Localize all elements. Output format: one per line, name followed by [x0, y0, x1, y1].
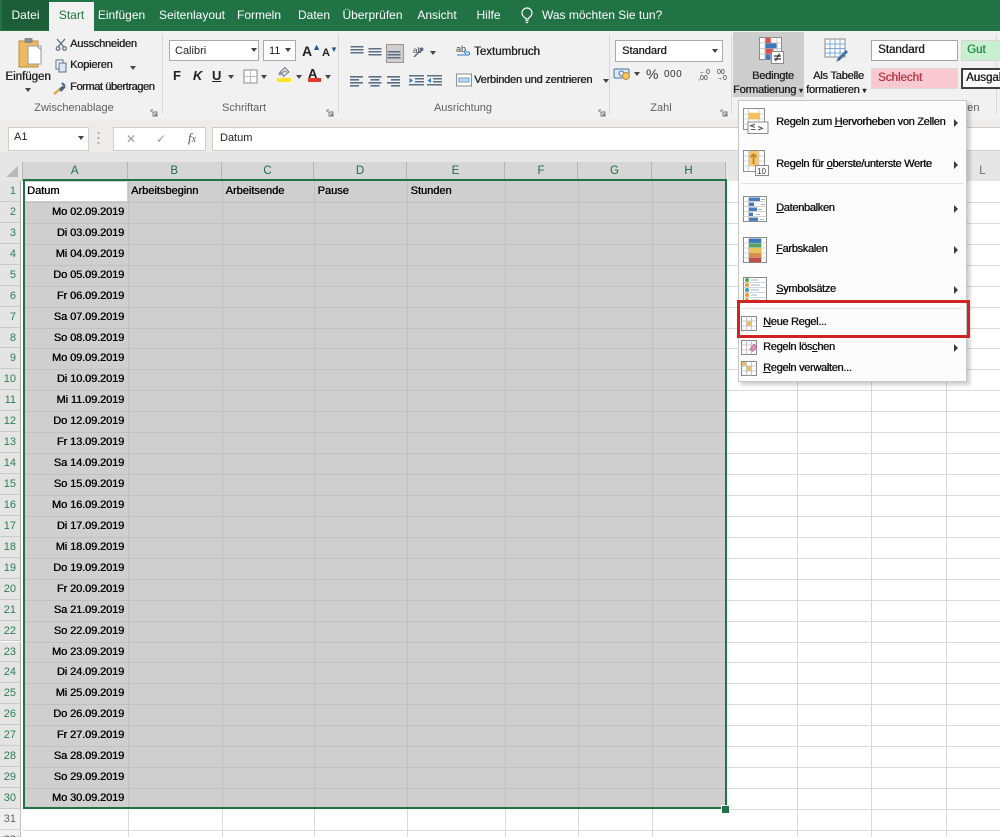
svg-text:,00: ,00	[698, 75, 708, 81]
svg-text:10: 10	[757, 167, 766, 176]
svg-text:→0: →0	[716, 75, 727, 81]
svg-text:ab: ab	[413, 46, 422, 55]
